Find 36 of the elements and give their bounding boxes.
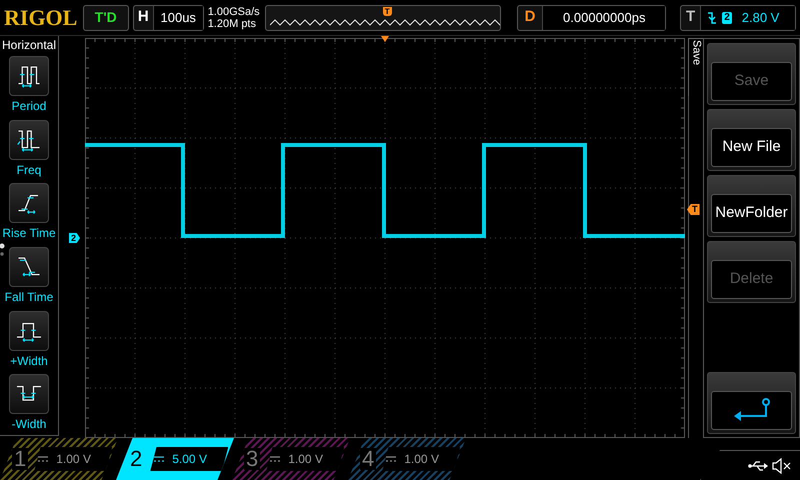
channel-number: 4 (360, 448, 376, 470)
sample-rate: 1.00GSa/s (208, 6, 261, 18)
channel-number: 1 (12, 448, 28, 470)
channel-number: 3 (244, 448, 260, 470)
trigger-level[interactable]: 2.80 V (742, 8, 780, 28)
horizontal-label: H (136, 7, 150, 28)
menu-button[interactable]: NewFolder (707, 175, 796, 237)
measure-label: +Width (10, 352, 48, 369)
trigger-label: T (685, 7, 696, 28)
trigger-position-marker: T (382, 6, 392, 16)
channel-scale: 5.00 V (172, 451, 207, 468)
measure-label: Fall Time (4, 289, 54, 306)
channel-scale: 1.00 V (288, 451, 323, 468)
channel-tab[interactable]: 2 5.00 V (116, 438, 234, 480)
brand-logo: RIGOL (4, 6, 78, 28)
timebase-value[interactable]: 100us (152, 6, 203, 30)
run-status[interactable]: T'D (82, 4, 129, 30)
channel-marker: 2 (69, 233, 80, 243)
measure-label: -Width (12, 416, 46, 432)
delay-label: D (524, 7, 536, 28)
delay-value[interactable]: 0.00000000ps (542, 6, 666, 30)
measure-label: Rise Time (2, 225, 56, 242)
channel-tab[interactable]: 4 1.00 V (348, 438, 466, 480)
trigger-source: 2 (722, 12, 732, 24)
menu-button[interactable]: New File (707, 109, 796, 171)
channel-number: 2 (129, 448, 144, 470)
channel-scale: 1.00 V (404, 451, 439, 468)
measure-label: Freq (16, 162, 42, 178)
channel-scale: 1.00 V (56, 451, 91, 468)
menu-title: Horizontal (2, 37, 56, 53)
measure-label: Period (12, 98, 46, 114)
channel-tab[interactable]: 3 1.00 V (232, 438, 350, 480)
menu-tab[interactable]: Save (688, 38, 703, 96)
memory-depth: 1.20M pts (208, 18, 257, 30)
channel-tab[interactable]: 1 1.00 V (0, 438, 118, 480)
trigger-level-marker: T (687, 204, 700, 215)
